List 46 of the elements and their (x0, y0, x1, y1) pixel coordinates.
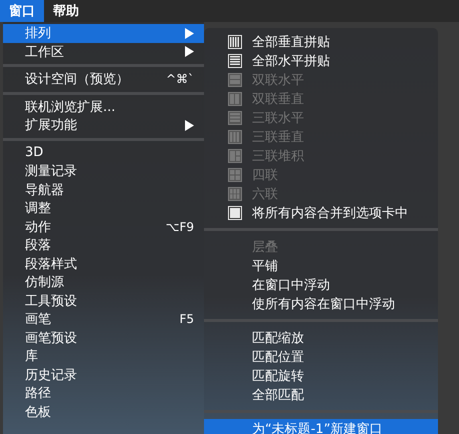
menu-item[interactable]: 导航器 (3, 180, 204, 199)
tile-layout-icon (228, 148, 242, 162)
menu-item[interactable]: 平铺 (204, 256, 438, 275)
shortcut-label: F5 (179, 312, 194, 326)
menu-item[interactable]: 匹配缩放 (204, 328, 438, 347)
menu-item[interactable]: 将所有内容合并到选项卡中 (204, 203, 438, 222)
menu-item[interactable]: 3D (3, 144, 204, 162)
menu-item[interactable]: 测量记录 (3, 162, 204, 180)
tile-layout-icon (228, 168, 242, 182)
shortcut-label: ^⌘` (166, 72, 194, 86)
menu-item[interactable]: 库 (3, 347, 204, 366)
menu-item[interactable]: 设计空间（预览） ^⌘` (3, 70, 204, 88)
menu-item[interactable]: 使所有内容在窗口中浮动 (204, 294, 438, 313)
menu-item[interactable]: 排列 (3, 24, 204, 42)
menu-item[interactable]: 工作区 (3, 42, 204, 61)
tile-layout-icon (228, 34, 242, 48)
menu-item[interactable]: 动作 ⌥F9 (3, 218, 204, 236)
menu-item[interactable]: 历史记录 (3, 366, 204, 384)
tile-layout-icon (228, 206, 242, 220)
tile-layout-icon (228, 130, 242, 144)
menu-item[interactable]: 联机浏览扩展... (3, 98, 204, 116)
tile-layout-icon (228, 92, 242, 106)
menu-item[interactable]: 色板 (3, 402, 204, 421)
menu-item[interactable]: 调整 (3, 199, 204, 218)
menu-item[interactable]: 画笔 F5 (3, 310, 204, 328)
menu-item[interactable]: 匹配旋转 (204, 366, 438, 385)
menu-item[interactable]: 全部垂直拼贴 (204, 32, 438, 51)
menu-item[interactable]: 为“未标题-1”新建窗口 (204, 419, 438, 434)
menu-item[interactable]: 段落 (3, 236, 204, 254)
menu-item[interactable]: 全部水平拼贴 (204, 51, 438, 70)
tile-layout-icon (228, 110, 242, 124)
menu-item[interactable]: 路径 (3, 384, 204, 402)
menu-item[interactable]: 在窗口中浮动 (204, 275, 438, 294)
tile-layout-icon (228, 54, 242, 68)
menu-item[interactable]: 工具预设 (3, 292, 204, 310)
tile-layout-icon (228, 186, 242, 200)
menu-item[interactable]: 段落样式 (3, 254, 204, 273)
shortcut-label: ⌥F9 (166, 220, 194, 234)
menu-item[interactable]: 仿制源 (3, 273, 204, 292)
menu-item[interactable]: 扩展功能 (3, 116, 204, 134)
menu-item[interactable]: 画笔预设 (3, 328, 204, 347)
menu-bar-item[interactable]: 窗口 (0, 0, 44, 22)
menu-bar-item[interactable]: 帮助 (44, 0, 88, 22)
tile-layout-icon (228, 72, 242, 86)
menu-item[interactable]: 匹配位置 (204, 347, 438, 366)
menu-item[interactable]: 全部匹配 (204, 385, 438, 404)
